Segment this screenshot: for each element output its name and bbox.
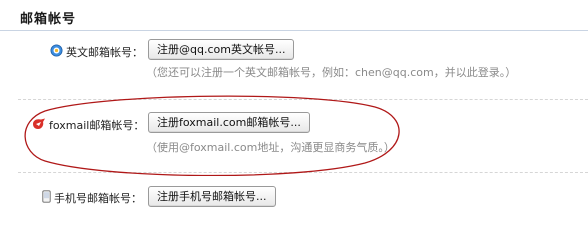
english-account-hint: （您还可以注册一个英文邮箱帐号，例如：chen@qq.com，并以此登录。） xyxy=(146,66,517,79)
section-title: 邮箱帐号 xyxy=(20,12,77,27)
foxmail-account-label-text: foxmail邮箱帐号： xyxy=(49,119,145,132)
foxmail-account-hint: （使用@foxmail.com地址，沟通更显商务气质。） xyxy=(146,141,395,154)
mobile-phone-icon xyxy=(42,190,51,206)
row-divider xyxy=(18,99,588,101)
register-english-account-button[interactable]: 注册@qq.com英文帐号... xyxy=(148,39,295,60)
english-account-label: 英文邮箱帐号： xyxy=(50,44,143,60)
english-account-label-text: 英文邮箱帐号： xyxy=(66,46,143,59)
annotation-oval xyxy=(24,95,400,176)
foxmail-logo-icon xyxy=(32,118,46,133)
section-header: 邮箱帐号 xyxy=(0,0,588,31)
row-divider xyxy=(18,172,588,174)
register-mobile-account-button[interactable]: 注册手机号邮箱帐号... xyxy=(148,186,276,207)
register-foxmail-account-button[interactable]: 注册foxmail.com邮箱帐号... xyxy=(148,112,310,133)
foxmail-account-label: foxmail邮箱帐号： xyxy=(32,117,144,133)
qq-globe-icon xyxy=(50,44,63,60)
mobile-account-label-text: 手机号邮箱帐号： xyxy=(54,192,142,205)
mobile-account-label: 手机号邮箱帐号： xyxy=(42,190,142,206)
